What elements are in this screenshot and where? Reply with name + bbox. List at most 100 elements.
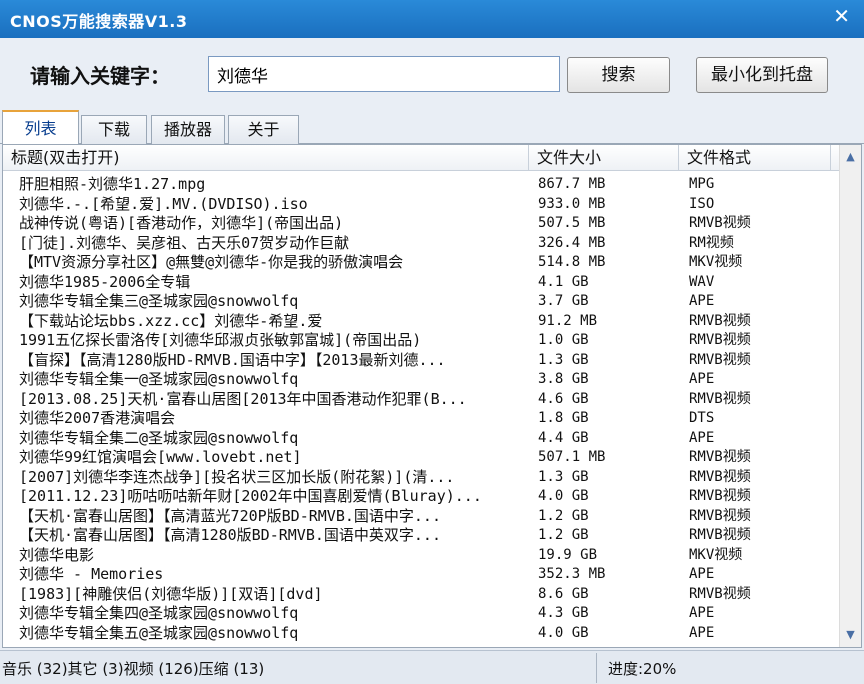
list-item[interactable]: 刘德华专辑全集三@圣城家园@snowwolfq 3.7 GB APE [3, 292, 839, 312]
row-size: 1.3 GB [538, 351, 589, 368]
row-size: 1.0 GB [538, 332, 589, 348]
row-title: 【下载站论坛bbs.xzz.cc】刘德华-希望.爱 [19, 311, 323, 330]
row-format: RMVB视频 [689, 332, 751, 348]
row-format: RMVB视频 [689, 215, 751, 231]
tab-download[interactable]: 下载 [81, 115, 147, 144]
minimize-to-tray-button[interactable]: 最小化到托盘 [696, 57, 828, 93]
vertical-scrollbar[interactable]: ▲ ▼ [839, 145, 861, 647]
row-title: 刘德华专辑全集三@圣城家园@snowwolfq [19, 292, 299, 310]
list-item[interactable]: 刘德华99红馆演唱会[www.lovebt.net] 507.1 MB RMVB视频 [3, 448, 839, 468]
search-button[interactable]: 搜索 [567, 57, 670, 93]
row-title: [1983][神雕侠侣(刘德华版)][双语][dvd] [19, 584, 323, 603]
row-format: RMVB视频 [689, 351, 751, 368]
row-format: RMVB视频 [689, 468, 751, 485]
row-size: 3.7 GB [538, 293, 589, 309]
row-title: 刘德华.-.[希望.爱].MV.(DVDISO).iso [19, 194, 308, 213]
results-list[interactable]: 标题(双击打开) 文件大小 文件格式 肝胆相照-刘德华1.27.mpg 867.7… [2, 144, 862, 648]
list-item[interactable]: 【MTV资源分享社区】@無雙@刘德华-你是我的骄傲演唱会 514.8 MB MKV视… [3, 253, 839, 273]
row-title: 刘德华1985-2006全专辑 [19, 272, 191, 291]
list-item[interactable]: 刘德华专辑全集四@圣城家园@snowwolfq 4.3 GB APE [3, 604, 839, 624]
list-item[interactable]: 刘德华 - Memories 352.3 MB APE [3, 565, 839, 585]
row-format: RMVB视频 [689, 527, 751, 543]
row-title: 刘德华专辑全集四@圣城家园@snowwolfq [19, 604, 299, 622]
row-size: 1.3 GB [538, 468, 589, 485]
list-item[interactable]: 刘德华.-.[希望.爱].MV.(DVDISO).iso 933.0 MB ISO [3, 195, 839, 215]
column-header-title[interactable]: 标题(双击打开) [3, 145, 529, 171]
list-item[interactable]: 刘德华电影 19.9 GB MKV视频 [3, 546, 839, 566]
row-title: 肝胆相照-刘德华1.27.mpg [19, 175, 206, 193]
list-item[interactable]: [2011.12.23]呖咕呖咕新年财[2002年中国喜剧爱情(Bluray).… [3, 487, 839, 507]
row-format: RMVB视频 [689, 390, 751, 407]
row-title: 【天机·富春山居图】【高清蓝光720P版BD-RMVB.国语中字... [19, 506, 441, 525]
keyword-input[interactable] [208, 56, 560, 92]
list-item[interactable]: 刘德华1985-2006全专辑 4.1 GB WAV [3, 273, 839, 293]
row-size: 4.0 GB [538, 624, 589, 641]
row-size: 867.7 MB [538, 176, 606, 192]
close-icon[interactable]: ✕ [833, 4, 850, 28]
row-title: [2013.08.25]天机·富春山居图[2013年中国香港动作犯罪(B... [19, 389, 467, 408]
row-size: 933.0 MB [538, 195, 606, 212]
list-item[interactable]: 肝胆相照-刘德华1.27.mpg 867.7 MB MPG [3, 175, 839, 195]
list-item[interactable]: [1983][神雕侠侣(刘德华版)][双语][dvd] 8.6 GB RMVB视频 [3, 585, 839, 605]
list-item[interactable]: 【盲探】【高清1280版HD-RMVB.国语中字】【2013最新刘德... 1.3… [3, 351, 839, 371]
row-size: 4.0 GB [538, 488, 589, 504]
row-title: 1991五亿探长雷洛传[刘德华邱淑贞张敏郭富城](帝国出品) [19, 331, 422, 349]
row-format: MKV视频 [689, 546, 743, 563]
row-format: APE [689, 605, 715, 621]
list-header: 标题(双击打开) 文件大小 文件格式 [3, 145, 839, 171]
row-size: 1.2 GB [538, 527, 589, 543]
row-format: APE [689, 371, 715, 387]
row-title: 刘德华 - Memories [19, 565, 164, 583]
row-format: RMVB视频 [689, 312, 751, 329]
list-item[interactable]: 【下载站论坛bbs.xzz.cc】刘德华-希望.爱 91.2 MB RMVB视频 [3, 312, 839, 332]
row-format: APE [689, 429, 715, 446]
tab-list[interactable]: 列表 [2, 110, 79, 145]
list-item[interactable]: 刘德华专辑全集一@圣城家园@snowwolfq 3.8 GB APE [3, 370, 839, 390]
list-item[interactable]: 刘德华专辑全集五@圣城家园@snowwolfq 4.0 GB APE [3, 624, 839, 644]
row-size: 4.1 GB [538, 273, 589, 290]
scroll-up-icon[interactable]: ▲ [840, 147, 861, 167]
list-item[interactable]: 【天机·富春山居图】【高清蓝光720P版BD-RMVB.国语中字... 1.2 G… [3, 507, 839, 527]
row-title: 刘德华电影 [19, 545, 95, 564]
status-bar: 音乐 (32)其它 (3)视频 (126)压缩 (13) 进度:20% [0, 650, 864, 684]
row-format: RM视频 [689, 234, 734, 251]
row-title: 刘德华专辑全集五@圣城家园@snowwolfq [19, 623, 299, 642]
row-format: WAV [689, 273, 715, 290]
row-size: 4.4 GB [538, 429, 589, 446]
row-title: 刘德华99红馆演唱会[www.lovebt.net] [19, 448, 302, 466]
list-item[interactable]: 战神传说(粤语)[香港动作，刘德华](帝国出品) 507.5 MB RMVB视频 [3, 214, 839, 234]
row-title: 刘德华专辑全集二@圣城家园@snowwolfq [19, 428, 299, 447]
row-format: RMVB视频 [689, 488, 751, 504]
scroll-down-icon[interactable]: ▼ [840, 625, 861, 645]
row-format: RMVB视频 [689, 507, 751, 524]
list-item[interactable]: 刘德华2007香港演唱会 1.8 GB DTS [3, 409, 839, 429]
row-format: MKV视频 [689, 254, 743, 270]
column-header-size[interactable]: 文件大小 [529, 145, 679, 171]
list-item[interactable]: 刘德华专辑全集二@圣城家园@snowwolfq 4.4 GB APE [3, 429, 839, 449]
list-item[interactable]: 【天机·富春山居图】【高清1280版BD-RMVB.国语中英双字... 1.2 G… [3, 526, 839, 546]
progress-text: 进度:20% [608, 660, 677, 678]
list-item[interactable]: [2007]刘德华李连杰战争][投名状三区加长版(附花絮)](清... 1.3 G… [3, 468, 839, 488]
main-client-area: 请输入关键字： 搜索 最小化到托盘 列表 下载 播放器 关于 标题(双击打开) … [0, 38, 864, 684]
row-size: 8.6 GB [538, 585, 589, 602]
row-format: RMVB视频 [689, 585, 751, 602]
row-format: ISO [689, 195, 715, 212]
column-header-format[interactable]: 文件格式 [679, 145, 831, 171]
row-format: MPG [689, 176, 715, 192]
row-title: [2011.12.23]呖咕呖咕新年财[2002年中国喜剧爱情(Bluray).… [19, 487, 482, 505]
list-item[interactable]: [2013.08.25]天机·富春山居图[2013年中国香港动作犯罪(B... 4… [3, 390, 839, 410]
tab-player[interactable]: 播放器 [151, 115, 225, 144]
row-format: RMVB视频 [689, 449, 751, 465]
row-size: 507.1 MB [538, 449, 606, 465]
status-divider [596, 653, 597, 683]
title-bar: CNOS万能搜索器V1.3 ✕ [0, 0, 864, 38]
row-title: 刘德华专辑全集一@圣城家园@snowwolfq [19, 370, 299, 388]
row-format: APE [689, 566, 715, 582]
row-size: 1.8 GB [538, 410, 589, 426]
list-item[interactable]: [门徒].刘德华、吴彦祖、古天乐07贺岁动作巨献 326.4 MB RM视频 [3, 234, 839, 254]
tab-about[interactable]: 关于 [228, 115, 299, 144]
row-title: 战神传说(粤语)[香港动作，刘德华](帝国出品) [19, 214, 344, 232]
row-format: APE [689, 624, 715, 641]
list-item[interactable]: 1991五亿探长雷洛传[刘德华邱淑贞张敏郭富城](帝国出品) 1.0 GB RMVB… [3, 331, 839, 351]
row-size: 514.8 MB [538, 254, 606, 270]
